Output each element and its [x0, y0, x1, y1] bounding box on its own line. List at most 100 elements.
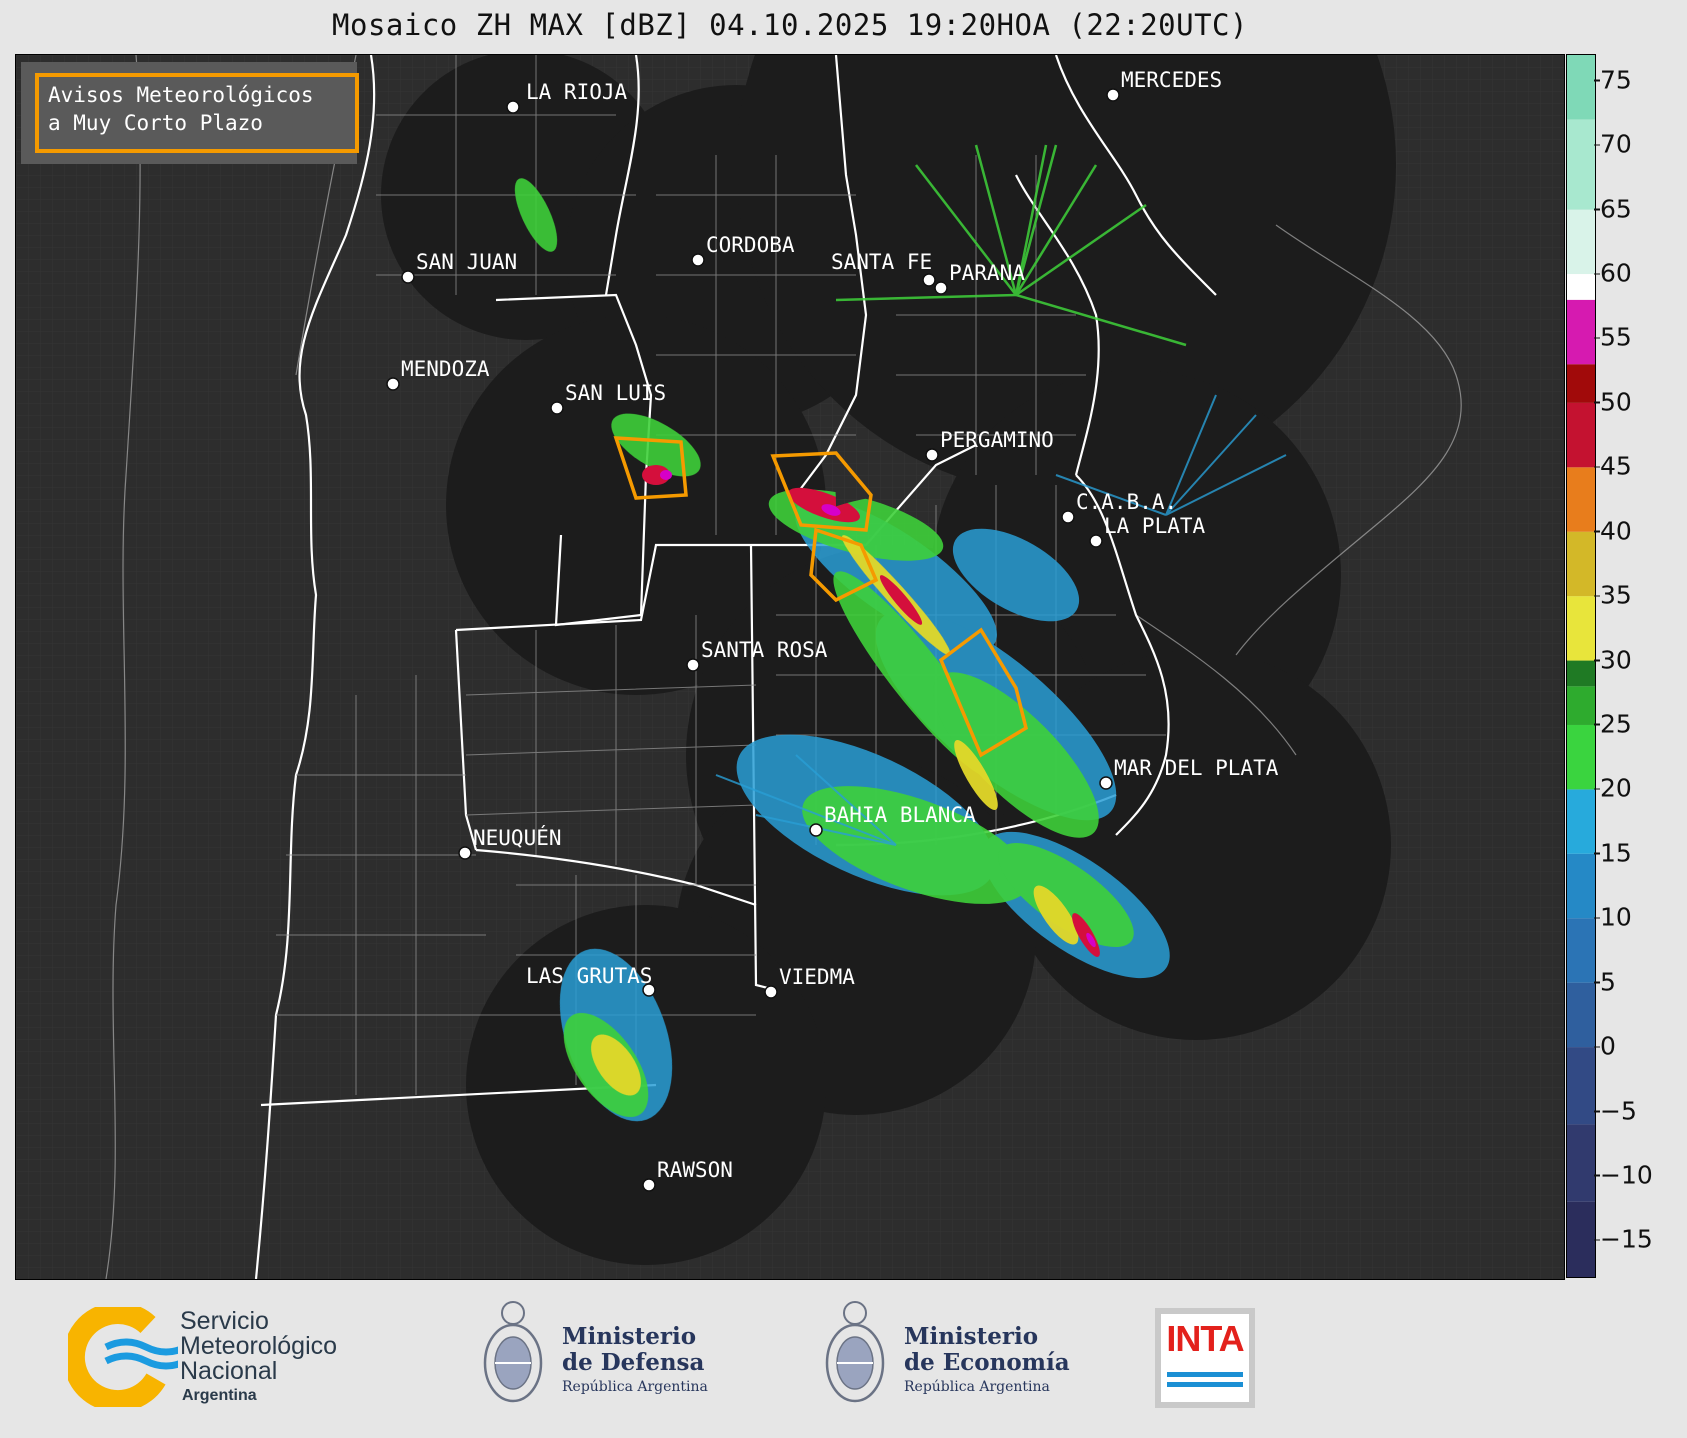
city-label: RAWSON [657, 1158, 733, 1182]
city-marker-icon [691, 253, 705, 267]
defensa-line2: de Defensa [562, 1349, 705, 1376]
colorbar-band [1567, 789, 1595, 854]
city-label: BAHIA BLANCA [824, 803, 976, 827]
colorbar-band [1567, 402, 1595, 468]
colorbar-tick-label: −10 [1594, 1160, 1653, 1190]
city-marker-icon [934, 281, 948, 295]
colorbar-scale [1567, 55, 1595, 1277]
map-canvas: LA RIOJA MERCEDES CORDOBA SAN JUAN SANTA FE P… [16, 55, 1564, 1279]
city-label: LA RIOJA [526, 80, 628, 104]
map-title: Mosaico ZH MAX [dBZ] 04.10.2025 19:20HOA… [332, 8, 1248, 42]
colorbar-band [1567, 119, 1595, 210]
radar-map[interactable]: LA RIOJA MERCEDES CORDOBA SAN JUAN SANTA FE P… [15, 54, 1565, 1280]
colorbar-band [1567, 982, 1595, 1048]
smn-line4: Argentina [182, 1387, 257, 1404]
avisos-legend-box: Avisos Meteorológicos a Muy Corto Plazo [21, 62, 359, 164]
colorbar-tick-label: −5 [1594, 1096, 1637, 1125]
colorbar-tick-label: 45 [1594, 451, 1632, 481]
colorbar-band [1567, 274, 1595, 300]
colorbar-band [1567, 724, 1595, 790]
inta-logo-text: INTA [1166, 1318, 1244, 1359]
defensa-line1: Ministerio [562, 1323, 697, 1350]
city-marker-icon [550, 401, 564, 415]
colorbar-tick-label: 55 [1594, 322, 1632, 352]
city-marker-icon [686, 658, 700, 672]
city-marker-icon [506, 100, 520, 114]
economia-line3: República Argentina [904, 1379, 1050, 1395]
city-label: VIEDMA [779, 965, 855, 989]
colorbar-band [1567, 1124, 1595, 1202]
colorbar-band [1567, 918, 1595, 983]
city-label: SANTA ROSA [701, 638, 828, 662]
colorbar-band [1567, 299, 1595, 365]
city-label: NEUQUÉN [473, 825, 562, 850]
economia-line1: Ministerio [904, 1323, 1039, 1350]
city-label: C.A.B.A. [1076, 490, 1177, 514]
city-label: LA PLATA [1104, 514, 1206, 538]
city-label: CORDOBA [706, 233, 795, 257]
colorbar-tick-label: 20 [1594, 773, 1632, 803]
colorbar-tick-label: 35 [1594, 580, 1632, 610]
ministerio-economia-logo: Ministerio de Economía República Argenti… [820, 1295, 1080, 1415]
colorbar-tick-label: −15 [1594, 1224, 1653, 1254]
city-marker-icon [1061, 510, 1075, 524]
colorbar-tick-label: 75 [1594, 65, 1632, 95]
city-marker-icon [1106, 88, 1120, 102]
economia-line2: de Economía [904, 1349, 1070, 1376]
colorbar-band [1567, 55, 1595, 120]
city-label: PERGAMINO [940, 428, 1054, 452]
smn-line3: Nacional [180, 1357, 278, 1385]
city-marker-icon [809, 823, 823, 837]
city-label: LAS GRUTAS [526, 964, 652, 988]
smn-logo-icon [68, 1307, 178, 1407]
colorbar-tick-label: 5 [1594, 967, 1616, 997]
avisos-line1: Avisos Meteorológicos [48, 83, 314, 107]
city-marker-icon [1099, 776, 1113, 790]
colorbar-band [1567, 364, 1595, 403]
city-marker-icon [764, 985, 778, 999]
argentina-coat-of-arms-icon [825, 1301, 885, 1403]
ministerio-defensa-logo: Ministerio de Defensa República Argentin… [478, 1295, 738, 1415]
avisos-legend-frame: Avisos Meteorológicos a Muy Corto Plazo [35, 73, 359, 153]
argentina-coat-of-arms-icon [483, 1301, 543, 1403]
city-label: SANTA FE [831, 250, 932, 274]
colorbar-band [1567, 686, 1595, 725]
smn-logo: Servicio Meteorológico Nacional Argentin… [68, 1307, 388, 1407]
colorbar-tick-label: 0 [1594, 1031, 1616, 1061]
city-marker-icon [1089, 534, 1103, 548]
colorbar-tick-label: 10 [1594, 902, 1632, 932]
colorbar-band [1567, 596, 1595, 661]
inta-logo-frame: INTA [1161, 1314, 1249, 1402]
colorbar-tick-label: 25 [1594, 709, 1632, 739]
colorbar-band [1567, 660, 1595, 687]
city-label: PARANA [949, 261, 1025, 285]
city-marker-icon [401, 270, 415, 284]
colorbar-tick-label: 60 [1594, 258, 1632, 288]
colorbar-tick-label: 40 [1594, 516, 1632, 546]
inta-logo: INTA [1155, 1308, 1255, 1408]
colorbar [1566, 54, 1596, 1278]
colorbar-tick-label: 30 [1594, 645, 1632, 675]
defensa-line3: República Argentina [562, 1379, 708, 1395]
footer-logos: Servicio Meteorológico Nacional Argentin… [0, 1283, 1687, 1438]
city-marker-icon [925, 448, 939, 462]
colorbar-band [1567, 467, 1595, 532]
city-label: MERCEDES [1121, 68, 1222, 92]
colorbar-band [1567, 853, 1595, 919]
colorbar-band [1567, 531, 1595, 597]
smn-line2: Meteorológico [180, 1332, 338, 1360]
city-marker-icon [458, 846, 472, 860]
smn-line1: Servicio [180, 1307, 269, 1335]
city-marker-icon [922, 273, 936, 287]
colorbar-band [1567, 1201, 1595, 1277]
colorbar-tick-label: 15 [1594, 838, 1632, 868]
avisos-line2: a Muy Corto Plazo [48, 111, 263, 135]
city-label: SAN JUAN [416, 250, 517, 274]
colorbar-tick-label: 65 [1594, 194, 1632, 224]
colorbar-tick-label: 50 [1594, 387, 1632, 417]
city-label: MENDOZA [401, 357, 490, 381]
city-marker-icon [386, 377, 400, 391]
city-label: SAN LUIS [565, 381, 666, 405]
colorbar-tick-label: 70 [1594, 129, 1632, 159]
city-marker-icon [642, 1178, 656, 1192]
